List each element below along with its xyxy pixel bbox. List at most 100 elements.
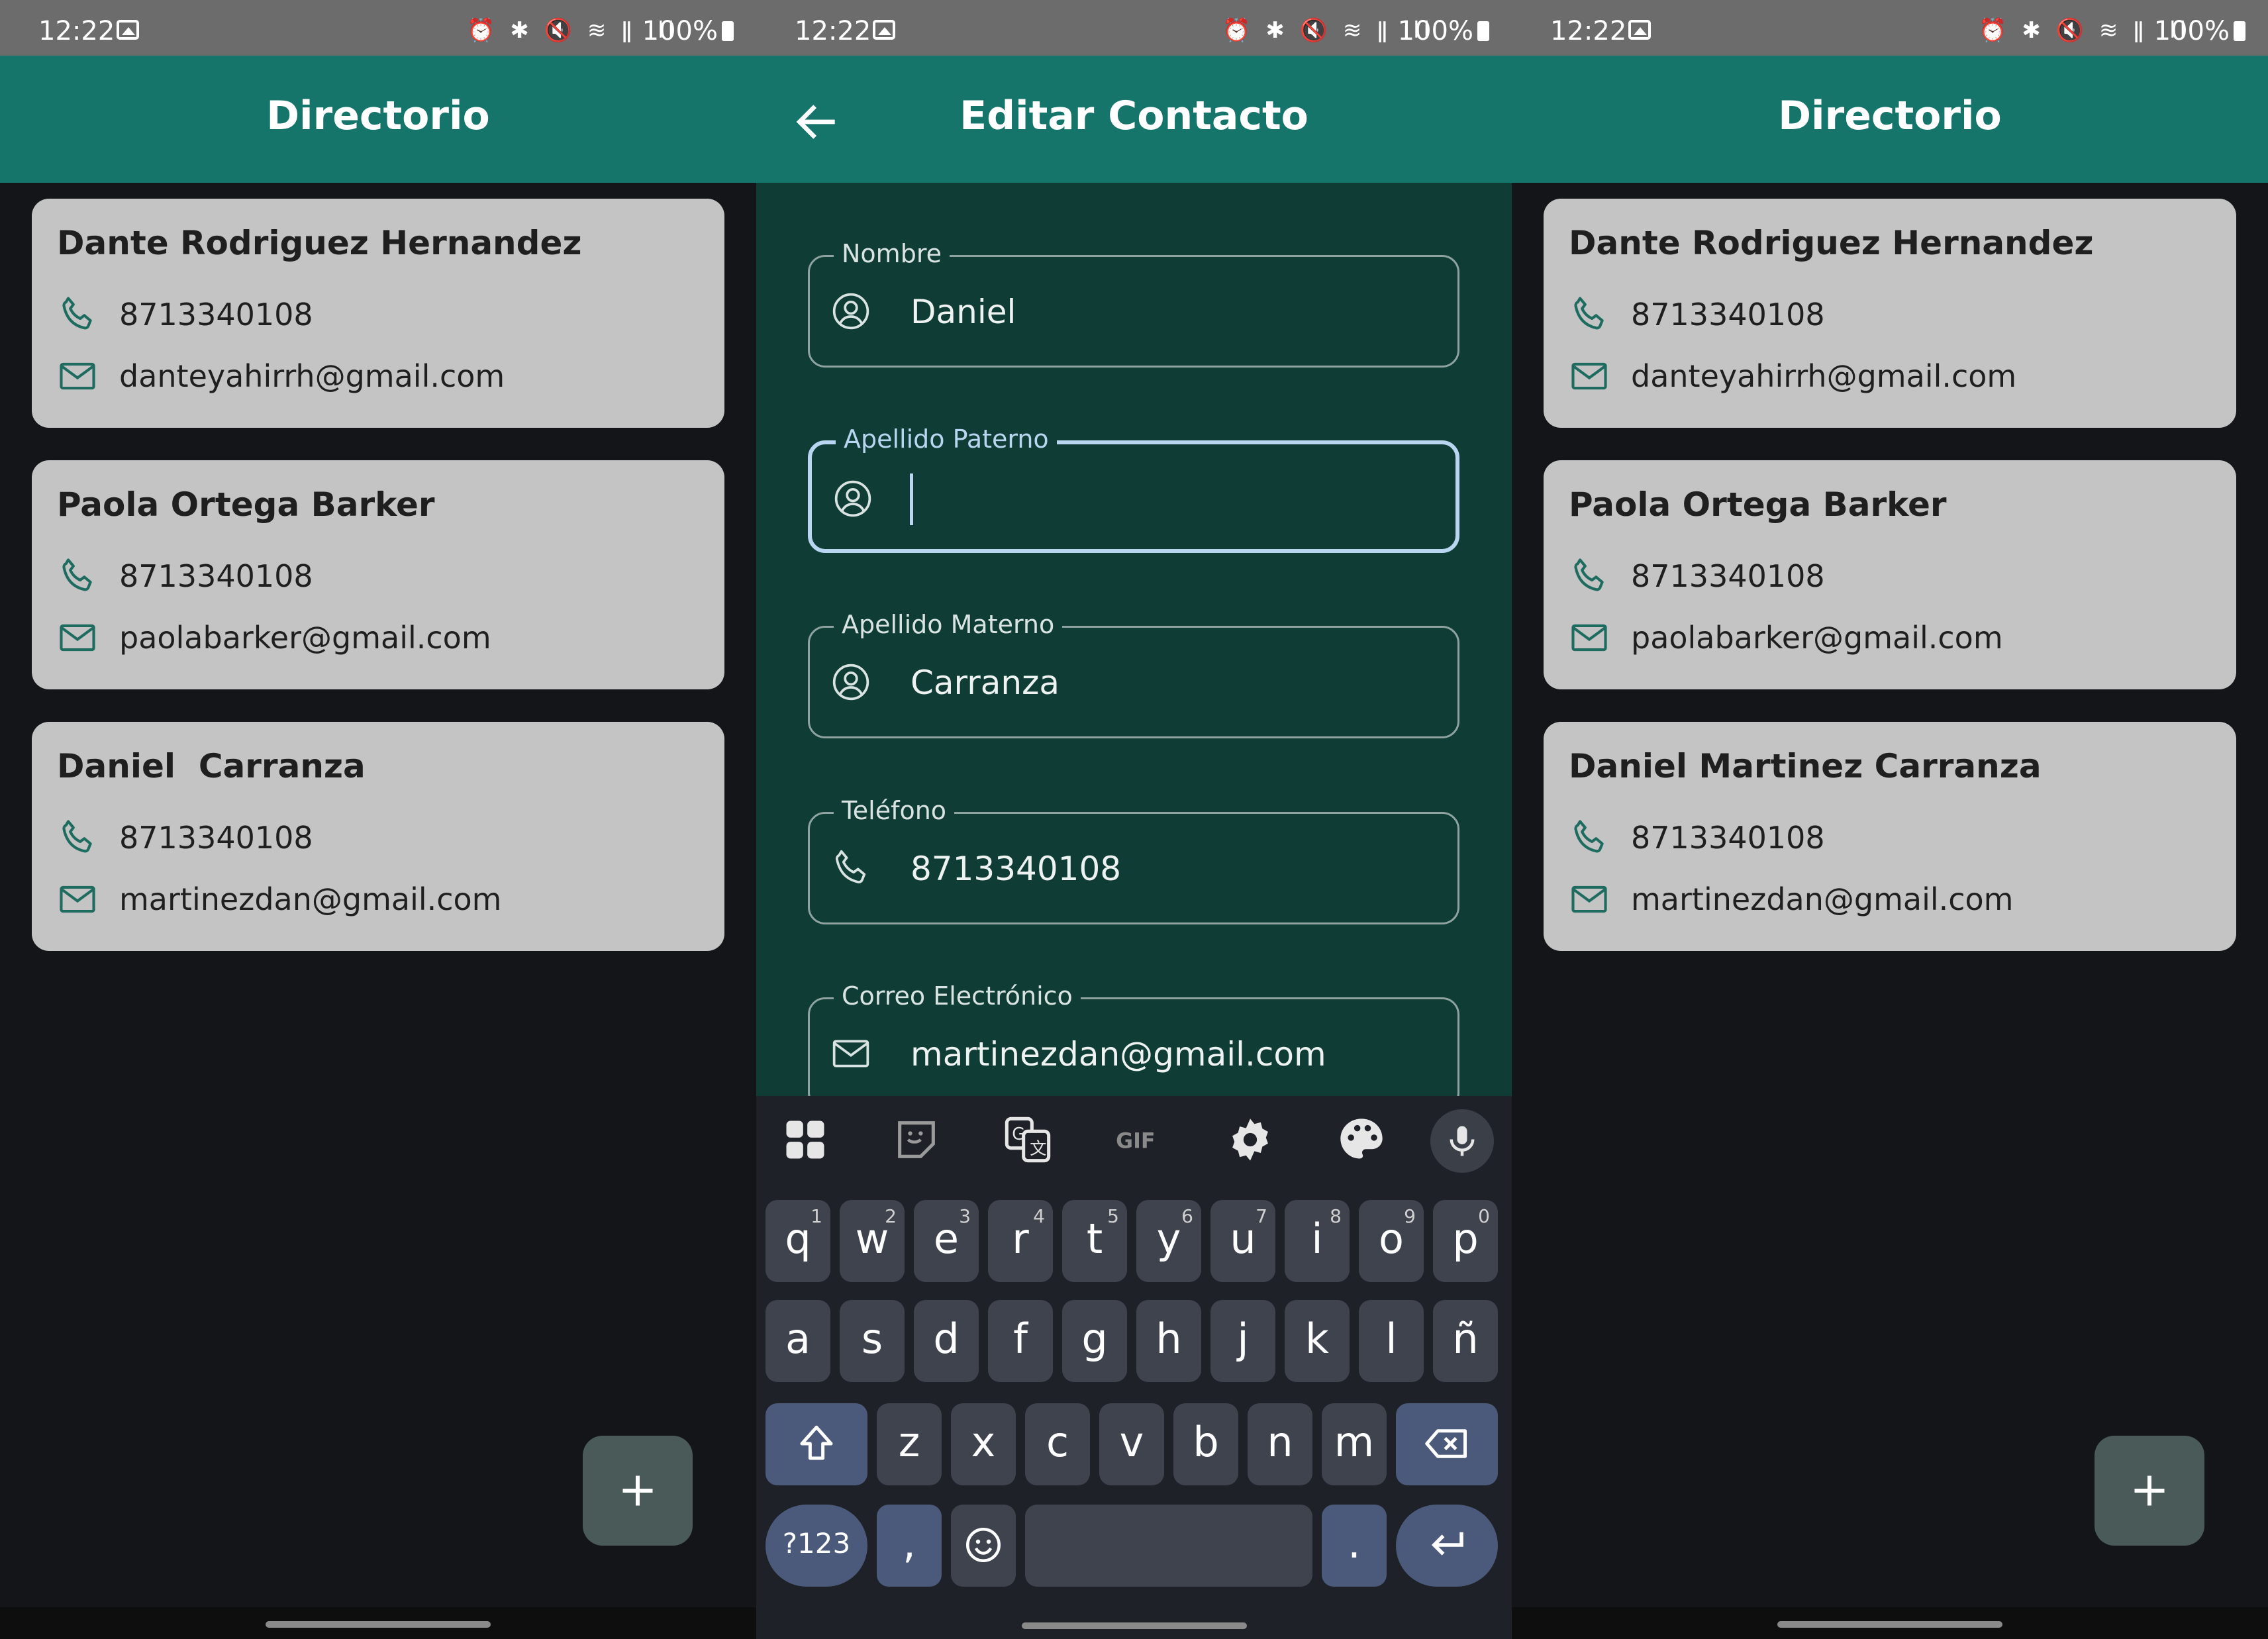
- contact-email-row: paolabarker@gmail.com: [1569, 615, 2003, 661]
- key-enye[interactable]: ñ: [1433, 1300, 1498, 1382]
- contact-card[interactable]: Paola Ortega Barker 8713340108 paolabark…: [1544, 460, 2236, 689]
- contact-phone-row: 8713340108: [1569, 815, 1825, 861]
- home-handle[interactable]: [266, 1621, 491, 1628]
- status-time: 12:22: [795, 16, 871, 46]
- page-title: Editar Contacto: [960, 93, 1308, 139]
- key-j[interactable]: j: [1210, 1300, 1275, 1382]
- key-a[interactable]: a: [765, 1300, 830, 1382]
- email-field[interactable]: Correo Electrónico martinezdan@gmail.com: [808, 981, 1459, 1110]
- battery-icon: [1477, 21, 1489, 41]
- maternal-surname-field[interactable]: Apellido Materno Carranza: [808, 610, 1459, 738]
- directory-screen-before: 12:22 ⏰ ✱ 🔇 ≋ ǁ ıll 100% Directorio Dant…: [0, 0, 756, 1639]
- first-name-field[interactable]: Nombre Daniel: [808, 239, 1459, 368]
- key-x[interactable]: x: [951, 1403, 1016, 1485]
- key-s[interactable]: s: [840, 1300, 905, 1382]
- edit-contact-screen: 12:22 ⏰ ✱ 🔇 ≋ ǁ ıll 100% Editar Contacto…: [756, 0, 1512, 1639]
- contact-name: Daniel Martinez Carranza: [1569, 747, 2042, 785]
- comma-key[interactable]: ,: [877, 1505, 942, 1587]
- key-e[interactable]: e3: [914, 1200, 979, 1282]
- add-contact-button[interactable]: [2095, 1436, 2204, 1546]
- shift-arrow-icon: [800, 1425, 833, 1460]
- key-y[interactable]: y6: [1136, 1200, 1201, 1282]
- emoji-icon: [966, 1528, 1001, 1562]
- key-t[interactable]: t5: [1062, 1200, 1127, 1282]
- key-g[interactable]: g: [1062, 1300, 1127, 1382]
- gif-icon[interactable]: GIF: [1114, 1115, 1164, 1165]
- translate-icon[interactable]: G文: [1003, 1115, 1053, 1165]
- plus-icon: [2134, 1475, 2165, 1506]
- contact-email: paolabarker@gmail.com: [1631, 620, 2003, 656]
- contact-card[interactable]: Daniel Martinez Carranza 8713340108 mart…: [1544, 722, 2236, 951]
- page-title: Directorio: [266, 93, 490, 139]
- battery-level: 100%: [1397, 16, 1473, 46]
- home-handle[interactable]: [1777, 1621, 2002, 1628]
- voice-input-button[interactable]: [1430, 1109, 1494, 1173]
- key-v[interactable]: v: [1099, 1403, 1164, 1485]
- key-f[interactable]: f: [988, 1300, 1053, 1382]
- contact-phone-row: 8713340108: [57, 553, 313, 599]
- contact-email: martinezdan@gmail.com: [1631, 881, 2014, 917]
- phone-icon: [1574, 297, 1604, 330]
- key-n[interactable]: n: [1248, 1403, 1312, 1485]
- key-c[interactable]: c: [1025, 1403, 1090, 1485]
- key-i[interactable]: i8: [1285, 1200, 1350, 1282]
- key-d[interactable]: d: [914, 1300, 979, 1382]
- key-u[interactable]: u7: [1210, 1200, 1275, 1282]
- contact-email-row: martinezdan@gmail.com: [57, 876, 502, 922]
- key-h[interactable]: h: [1136, 1300, 1201, 1382]
- add-contact-button[interactable]: [583, 1436, 693, 1546]
- contact-card[interactable]: Daniel Carranza 8713340108 martinezdan@g…: [32, 722, 724, 951]
- enter-arrow-icon: [1431, 1532, 1463, 1556]
- contact-card[interactable]: Paola Ortega Barker 8713340108 paolabark…: [32, 460, 724, 689]
- gesture-bar: [1512, 1607, 2268, 1639]
- phone-field[interactable]: Teléfono 8713340108: [808, 796, 1459, 924]
- symbols-key[interactable]: ?123: [765, 1505, 867, 1587]
- svg-text:G: G: [1012, 1124, 1025, 1144]
- theme-palette-icon[interactable]: [1336, 1115, 1387, 1165]
- text-cursor: [910, 473, 913, 525]
- contact-name: Dante Rodriguez Hernandez: [1569, 224, 2094, 262]
- sticker-icon[interactable]: [891, 1115, 942, 1165]
- enter-key[interactable]: [1396, 1505, 1498, 1587]
- contact-phone: 8713340108: [1631, 820, 1825, 856]
- key-o[interactable]: o9: [1359, 1200, 1424, 1282]
- key-k[interactable]: k: [1285, 1300, 1350, 1382]
- on-screen-keyboard: G文 GIF q1 w2 e3 r4 t5 y6 u7 i8 o9 p0 a s…: [756, 1096, 1512, 1639]
- settings-gear-icon[interactable]: [1225, 1115, 1275, 1165]
- contact-name: Paola Ortega Barker: [57, 485, 435, 524]
- space-bar[interactable]: [1025, 1505, 1312, 1587]
- contact-phone: 8713340108: [119, 820, 313, 856]
- paternal-surname-field[interactable]: Apellido Paterno: [808, 424, 1459, 553]
- key-l[interactable]: l: [1359, 1300, 1424, 1382]
- shift-key[interactable]: [765, 1403, 867, 1485]
- battery-icon: [2234, 21, 2245, 41]
- contact-phone: 8713340108: [119, 297, 313, 332]
- person-icon: [832, 664, 869, 701]
- key-r[interactable]: r4: [988, 1200, 1053, 1282]
- phone-icon: [62, 820, 92, 853]
- field-label: Nombre: [834, 239, 950, 268]
- period-key[interactable]: .: [1322, 1505, 1387, 1587]
- contact-email-row: paolabarker@gmail.com: [57, 615, 491, 661]
- svg-text:文: 文: [1030, 1138, 1046, 1158]
- mail-icon: [1571, 624, 1607, 652]
- gif-label: GIF: [1116, 1130, 1155, 1154]
- home-handle[interactable]: [1021, 1622, 1247, 1629]
- key-p[interactable]: p0: [1433, 1200, 1498, 1282]
- emoji-key[interactable]: [951, 1505, 1016, 1587]
- page-title: Directorio: [1778, 93, 2002, 139]
- contact-card[interactable]: Dante Rodriguez Hernandez 8713340108 dan…: [1544, 199, 2236, 428]
- field-label: Apellido Materno: [834, 610, 1063, 639]
- battery-level: 100%: [642, 16, 718, 46]
- key-z[interactable]: z: [877, 1403, 942, 1485]
- key-w[interactable]: w2: [840, 1200, 905, 1282]
- backspace-key[interactable]: [1396, 1403, 1498, 1485]
- contact-card[interactable]: Dante Rodriguez Hernandez 8713340108 dan…: [32, 199, 724, 428]
- mail-icon: [1571, 362, 1607, 390]
- apps-grid-icon[interactable]: [780, 1115, 830, 1165]
- key-b[interactable]: b: [1173, 1403, 1238, 1485]
- key-q[interactable]: q1: [765, 1200, 830, 1282]
- gallery-notification-icon: [1628, 20, 1651, 40]
- mail-icon: [60, 624, 95, 652]
- key-m[interactable]: m: [1322, 1403, 1387, 1485]
